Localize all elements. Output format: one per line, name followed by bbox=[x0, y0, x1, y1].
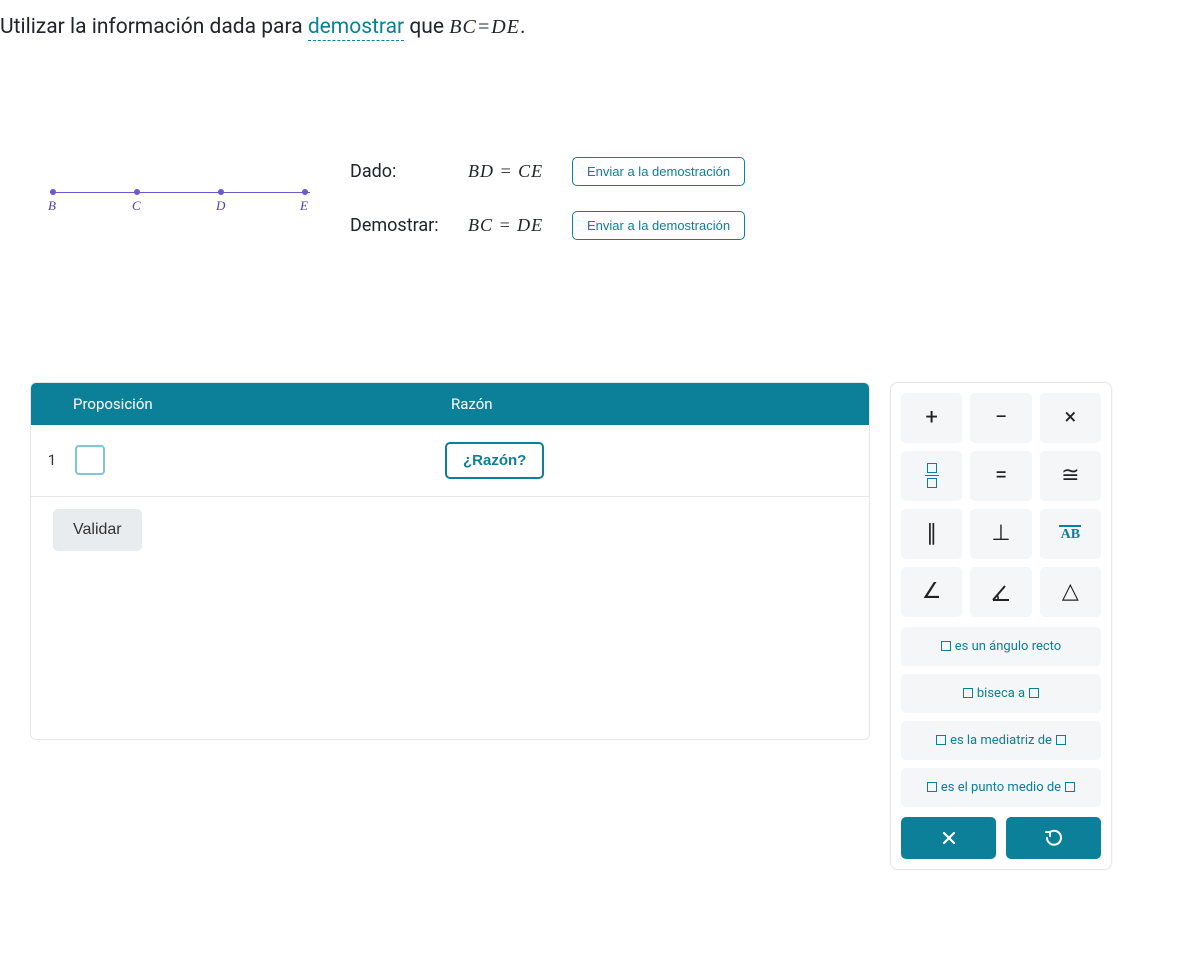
key-minus[interactable]: − bbox=[970, 393, 1031, 443]
phrase-perp-bisector[interactable]: es la mediatriz de bbox=[901, 721, 1101, 760]
placeholder-icon bbox=[936, 735, 946, 745]
key-measured-angle[interactable] bbox=[970, 567, 1031, 617]
symbol-keypad: + − × = ≅ ∥ ⊥ AB ∠ bbox=[890, 382, 1112, 870]
demostrar-link[interactable]: demostrar bbox=[308, 15, 404, 41]
problem-prompt: Utilizar la información dada para demost… bbox=[0, 12, 1191, 44]
segment-diagram: B C D E bbox=[50, 178, 310, 238]
prove-label: Demostrar: bbox=[350, 215, 450, 236]
diagram-line bbox=[50, 192, 310, 193]
phrase-right-angle-label: es un ángulo recto bbox=[955, 639, 1061, 654]
undo-icon bbox=[1044, 828, 1064, 848]
phrase-midpoint-label: es el punto medio de bbox=[941, 780, 1061, 795]
prompt-math: BC=DE bbox=[449, 16, 520, 38]
diagram-label-d: D bbox=[216, 198, 225, 214]
phrase-bisects[interactable]: biseca a bbox=[901, 674, 1101, 713]
prove-expression: BC = DE bbox=[468, 215, 554, 236]
send-given-button[interactable]: Enviar a la demostración bbox=[572, 157, 745, 186]
reason-button[interactable]: ¿Razón? bbox=[445, 442, 544, 479]
prompt-post1: que bbox=[404, 15, 449, 39]
key-segment[interactable]: AB bbox=[1040, 509, 1101, 559]
given-expression: BD = CE bbox=[468, 161, 554, 182]
placeholder-icon bbox=[1056, 735, 1066, 745]
key-angle[interactable]: ∠ bbox=[901, 567, 962, 617]
placeholder-icon bbox=[963, 688, 973, 698]
prompt-pre: Utilizar la información dada para bbox=[0, 15, 308, 39]
phrase-bisects-label: biseca a bbox=[977, 686, 1025, 701]
key-perpendicular[interactable]: ⊥ bbox=[970, 509, 1031, 559]
diagram-point-b bbox=[50, 189, 56, 195]
diagram-point-d bbox=[218, 189, 224, 195]
key-parallel[interactable]: ∥ bbox=[901, 509, 962, 559]
placeholder-icon bbox=[1065, 782, 1075, 792]
key-congruent[interactable]: ≅ bbox=[1040, 451, 1101, 501]
phrase-midpoint[interactable]: es el punto medio de bbox=[901, 768, 1101, 807]
validate-button[interactable]: Validar bbox=[53, 509, 142, 551]
givens-block: Dado: BD = CE Enviar a la demostración D… bbox=[350, 154, 745, 262]
key-equals[interactable]: = bbox=[970, 451, 1031, 501]
header-proposition: Proposición bbox=[31, 395, 451, 413]
fraction-icon bbox=[925, 462, 939, 489]
placeholder-icon bbox=[1029, 688, 1039, 698]
diagram-point-c bbox=[134, 189, 140, 195]
placeholder-icon bbox=[927, 782, 937, 792]
key-fraction[interactable] bbox=[901, 451, 962, 501]
segment-icon: AB bbox=[1059, 525, 1081, 543]
keypad-undo-button[interactable] bbox=[1006, 817, 1101, 859]
proposition-input[interactable] bbox=[75, 445, 105, 475]
proof-row: 1 ¿Razón? bbox=[31, 425, 869, 497]
close-icon bbox=[940, 829, 958, 847]
diagram-label-e: E bbox=[300, 198, 308, 214]
header-reason: Razón bbox=[451, 395, 493, 413]
keypad-clear-button[interactable] bbox=[901, 817, 996, 859]
prompt-post2: . bbox=[520, 15, 526, 39]
key-triangle[interactable]: △ bbox=[1040, 567, 1101, 617]
key-plus[interactable]: + bbox=[901, 393, 962, 443]
proof-panel: Proposición Razón 1 ¿Razón? Validar bbox=[30, 382, 870, 740]
diagram-label-b: B bbox=[48, 198, 56, 214]
measured-angle-icon bbox=[990, 581, 1012, 603]
proof-header: Proposición Razón bbox=[31, 383, 869, 425]
phrase-right-angle[interactable]: es un ángulo recto bbox=[901, 627, 1101, 666]
given-label: Dado: bbox=[350, 161, 450, 182]
phrase-perp-bisector-label: es la mediatriz de bbox=[950, 733, 1052, 748]
key-times[interactable]: × bbox=[1040, 393, 1101, 443]
diagram-label-c: C bbox=[132, 198, 141, 214]
row-number: 1 bbox=[31, 451, 73, 469]
diagram-point-e bbox=[302, 189, 308, 195]
send-prove-button[interactable]: Enviar a la demostración bbox=[572, 211, 745, 240]
placeholder-icon bbox=[941, 641, 951, 651]
